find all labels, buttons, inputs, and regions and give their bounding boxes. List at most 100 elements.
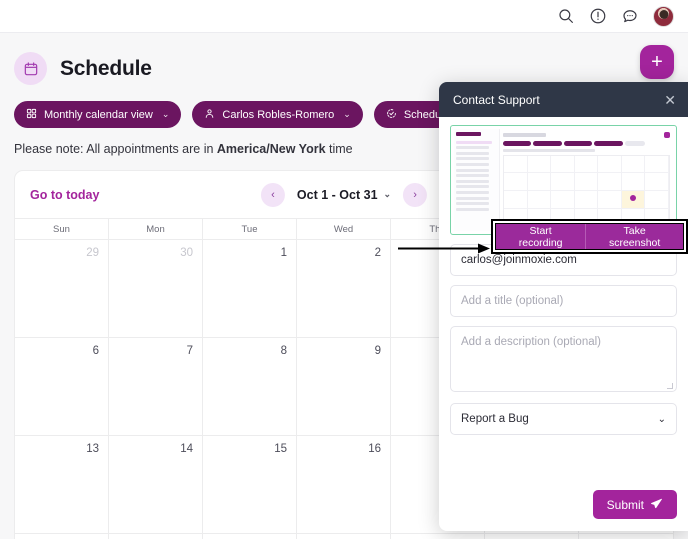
submit-button[interactable]: Submit bbox=[592, 490, 677, 519]
resize-handle-icon[interactable] bbox=[667, 383, 673, 389]
dow-cell: Sun bbox=[15, 218, 109, 239]
cancel-preview-button[interactable]: Cancel bbox=[463, 234, 491, 235]
calendar-week-row: 20 21 22 23 24 25 26 bbox=[15, 533, 673, 539]
alert-circle-icon[interactable] bbox=[589, 7, 607, 25]
prev-month-button[interactable]: ‹ bbox=[260, 182, 285, 207]
preview-calendar bbox=[502, 154, 670, 228]
filter-pill-label: Carlos Robles-Romero bbox=[222, 108, 335, 121]
preview-nav-item bbox=[456, 146, 489, 150]
calendar-navigation: ‹ Oct 1 - Oct 31 ⌄ › bbox=[260, 182, 428, 207]
date-range-label: Oct 1 - Oct 31 bbox=[296, 187, 378, 202]
note-timezone: America/New York bbox=[216, 142, 326, 156]
preview-cell bbox=[527, 173, 552, 192]
preview-cell bbox=[598, 191, 622, 210]
close-icon[interactable]: ✕ bbox=[664, 93, 676, 107]
preview-nav-item bbox=[456, 179, 489, 183]
chevron-down-icon: ⌄ bbox=[343, 109, 351, 119]
preview-add-button bbox=[664, 132, 670, 138]
title-field[interactable]: Add a title (optional) bbox=[450, 285, 677, 317]
preview-topbar bbox=[502, 132, 670, 138]
preview-cell bbox=[503, 155, 528, 174]
person-icon bbox=[204, 108, 215, 122]
preview-cell bbox=[527, 191, 552, 210]
recording-controls-highlight: Start recording Take screenshot bbox=[491, 219, 688, 254]
contact-support-body: Cancel Start recording Take screenshot c… bbox=[439, 117, 688, 479]
search-icon[interactable] bbox=[557, 7, 575, 25]
calendar-day-cell[interactable]: 9 bbox=[297, 337, 391, 435]
preview-cell bbox=[645, 191, 669, 210]
preview-cell bbox=[574, 155, 599, 174]
calendar-day-cell[interactable]: 7 bbox=[109, 337, 203, 435]
calendar-day-cell[interactable]: 30 bbox=[109, 239, 203, 337]
calendar-day-cell[interactable]: 29 bbox=[15, 239, 109, 337]
add-appointment-button[interactable]: + bbox=[640, 45, 674, 79]
calendar-day-cell[interactable]: 20 bbox=[15, 533, 109, 539]
take-screenshot-button[interactable]: Take screenshot bbox=[585, 224, 683, 249]
preview-cell bbox=[503, 173, 528, 192]
preview-pill bbox=[563, 141, 593, 146]
contact-support-footer: Submit bbox=[439, 479, 688, 531]
preview-filter-pills bbox=[502, 141, 670, 146]
note-prefix: Please note: All appointments are in bbox=[14, 142, 217, 156]
preview-cell-highlight bbox=[621, 191, 646, 210]
description-placeholder: Add a description (optional) bbox=[461, 336, 601, 348]
avatar[interactable] bbox=[653, 5, 674, 27]
pointer-arrow bbox=[398, 243, 490, 254]
preview-cell bbox=[645, 173, 669, 192]
preview-note bbox=[502, 149, 595, 152]
calendar-day-cell[interactable]: 24 bbox=[391, 533, 485, 539]
category-value: Report a Bug bbox=[461, 413, 529, 425]
calendar-day-cell[interactable]: 2 bbox=[297, 239, 391, 337]
chevron-down-icon: ⌄ bbox=[657, 413, 666, 425]
preview-nav-item bbox=[456, 202, 489, 206]
submit-label: Submit bbox=[606, 497, 644, 512]
chat-bubble-icon[interactable] bbox=[621, 7, 639, 25]
preview-cell bbox=[527, 155, 552, 174]
calendar-day-cell[interactable]: 8 bbox=[203, 337, 297, 435]
go-to-today-button[interactable]: Go to today bbox=[30, 188, 99, 202]
status-icon bbox=[386, 108, 397, 122]
preview-cell bbox=[503, 191, 528, 210]
preview-nav-item bbox=[456, 140, 493, 144]
next-month-button[interactable]: › bbox=[403, 182, 428, 207]
calendar-day-cell[interactable]: 26 bbox=[579, 533, 673, 539]
calendar-day-cell[interactable]: 16 bbox=[297, 435, 391, 533]
calendar-day-cell[interactable]: 14 bbox=[109, 435, 203, 533]
preview-nav-item bbox=[456, 190, 489, 194]
calendar-day-cell[interactable]: 15 bbox=[203, 435, 297, 533]
date-range-selector[interactable]: Oct 1 - Oct 31 ⌄ bbox=[297, 188, 391, 202]
preview-pill bbox=[594, 141, 623, 146]
filter-pill-calendar-view[interactable]: Monthly calendar view ⌄ bbox=[14, 101, 182, 128]
page-header: Schedule bbox=[0, 33, 688, 89]
preview-cell bbox=[598, 155, 622, 174]
calendar-day-cell[interactable]: 1 bbox=[203, 239, 297, 337]
calendar-day-cell[interactable]: 6 bbox=[15, 337, 109, 435]
dow-cell: Wed bbox=[297, 218, 391, 239]
preview-pill bbox=[502, 141, 532, 146]
note-suffix: time bbox=[325, 142, 353, 156]
calendar-day-cell[interactable]: 23 bbox=[297, 533, 391, 539]
contact-support-panel: Contact Support ✕ Start recording Take s… bbox=[439, 82, 688, 531]
calendar-day-cell[interactable]: 13 bbox=[15, 435, 109, 533]
preview-nav-item bbox=[456, 207, 489, 211]
filter-pill-provider[interactable]: Carlos Robles-Romero ⌄ bbox=[192, 101, 363, 128]
preview-nav-item bbox=[456, 157, 489, 161]
preview-main bbox=[500, 129, 673, 231]
calendar-day-cell[interactable]: 25 bbox=[485, 533, 579, 539]
preview-cell bbox=[598, 173, 622, 192]
preview-cell bbox=[574, 191, 599, 210]
preview-cell bbox=[621, 173, 646, 192]
category-select[interactable]: Report a Bug ⌄ bbox=[450, 403, 677, 435]
preview-nav-item bbox=[456, 174, 489, 178]
calendar-day-cell[interactable]: 22 bbox=[203, 533, 297, 539]
preview-cell bbox=[645, 155, 669, 174]
grid-icon bbox=[26, 108, 37, 122]
calendar-day-cell[interactable]: 21 bbox=[109, 533, 203, 539]
start-recording-button[interactable]: Start recording bbox=[496, 224, 586, 249]
contact-support-title: Contact Support bbox=[453, 92, 540, 107]
filter-pill-label: Monthly calendar view bbox=[44, 108, 153, 121]
preview-pill bbox=[624, 141, 645, 146]
description-field[interactable]: Add a description (optional) bbox=[450, 326, 677, 392]
chevron-down-icon: ⌄ bbox=[383, 189, 392, 199]
page-title: Schedule bbox=[60, 56, 152, 80]
